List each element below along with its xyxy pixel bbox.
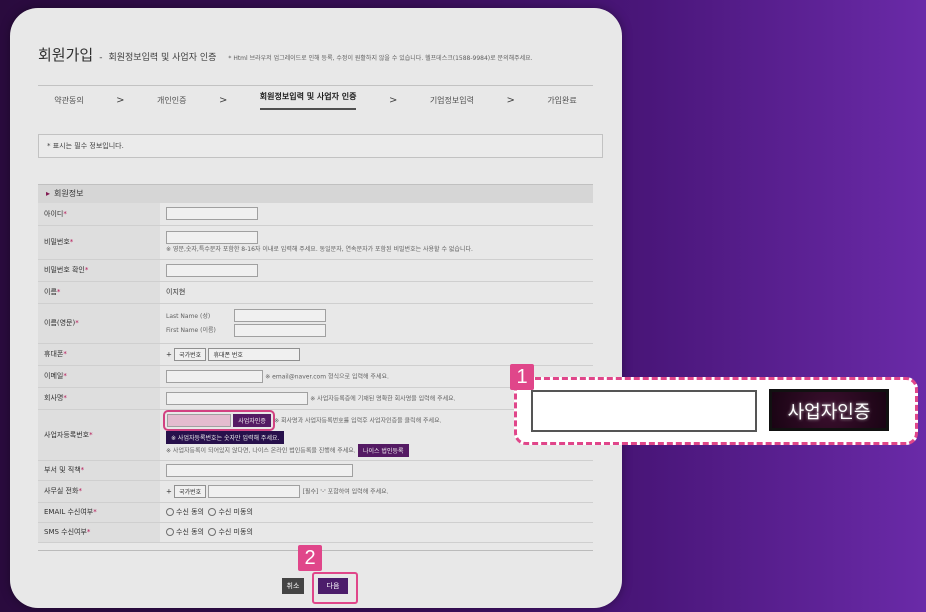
nice-register-button[interactable]: 나이스 법인등록 [357,443,409,457]
name-value: 이지현 [166,288,186,296]
biz-cert-button-small[interactable]: 사업자인증 [233,413,271,427]
company-hint: ※ 사업자등록증에 기재된 명확한 회사명을 입력해 주세요. [310,395,456,402]
email-agree-label: 수신 동의 [176,508,204,516]
cancel-button[interactable]: 취소 [282,578,304,594]
label-email-consent: EMAIL 수신여부 [44,508,94,516]
chevron-right-icon: > [116,94,125,106]
biz-hint-3: ※ 사업자등록이 되어있지 않다면, 나이스 온라인 법인등록을 진행해 주세요… [166,447,356,454]
password-hint: ※ 영문,숫자,특수문자 포함한 8-16자 이내로 입력해 주세요. 동일문자… [166,246,473,253]
zoom-biz-no-input[interactable] [531,390,757,432]
callout-badge-2: 2 [298,545,322,571]
biz-hint-1: ※ 회사명과 사업자등록번호를 입력후 사업자인증을 클릭해 주세요. [274,417,442,424]
biz-cert-highlight: 사업자인증 [163,409,275,431]
office-country-code-select[interactable]: 국가번호 [174,484,207,498]
row-mobile: 휴대폰* + 국가번호 휴대폰 번호 [38,343,593,366]
row-sms-consent: SMS 수신여부* 수신 동의 수신 미동의 [38,522,593,543]
email-agree-radio[interactable] [166,508,174,516]
step-navigation: 약관동의 > 개인인증 > 회원정보입력 및 사업자 인증 > 기업정보입력 >… [38,85,593,114]
next-button-highlight [312,572,358,604]
label-name: 이름 [44,288,57,296]
password-confirm-input[interactable] [166,263,258,277]
title-dash: - [99,53,103,63]
step-company-info: 기업정보입력 [429,95,474,105]
row-email-consent: EMAIL 수신여부* 수신 동의 수신 미동의 [38,502,593,523]
step-terms: 약관동의 [54,95,84,105]
office-phone-input[interactable] [208,484,301,498]
office-hint: [필수] '-' 포함하여 입력해 주세요. [302,488,389,495]
required-note: * 표시는 필수 정보입니다. [38,134,603,158]
row-dept: 부서 및 직책* [38,460,593,481]
password-input[interactable] [166,231,258,244]
biz-hint-2: ※ 사업자등록번호는 숫자만 입력해 주세요. [166,430,285,444]
row-name: 이름* 이지현 [38,281,593,304]
title-subtitle: 회원정보입력 및 사업자 인증 [108,53,217,63]
member-info-section: ▸ 회원정보 아이디* 비밀번호* ※ 영문,숫자,특수문자 포함한 8-16자 … [38,184,593,543]
first-name-input[interactable] [234,323,326,337]
label-email: 이메일 [44,372,64,380]
signup-card: 회원가입 - 회원정보입력 및 사업자 인증 * Html 브라우저 업그레이드… [10,8,622,608]
label-office-phone: 사무실 전화 [44,487,79,495]
sms-disagree-radio[interactable] [208,528,217,536]
row-id: 아이디* [38,203,593,226]
section-title-label: 회원정보 [54,189,84,198]
chevron-right-icon: > [506,94,515,106]
email-disagree-label: 수신 미동의 [218,508,253,516]
step-member-info: 회원정보입력 및 사업자 인증 [259,91,357,110]
email-hint: ※ email@naver.com 형식으로 입력해 주세요. [265,373,389,380]
sms-agree-label: 수신 동의 [176,528,204,536]
callout-badge-1: 1 [510,364,534,390]
sms-disagree-label: 수신 미동의 [218,528,253,536]
label-dept: 부서 및 직책 [44,466,81,474]
label-id: 아이디 [44,209,64,218]
dept-input[interactable] [166,463,353,477]
page-title: 회원가입 - 회원정보입력 및 사업자 인증 * Html 브라우저 업그레이드… [38,44,533,65]
chevron-right-icon: > [218,94,228,106]
step-verify: 개인인증 [157,95,187,105]
email-input[interactable] [166,369,263,383]
title-note: * Html 브라우저 업그레이드로 인해 등록, 수정이 원활하지 않을 수 … [228,55,533,62]
label-biz-no: 사업자등록번호 [44,430,90,439]
title-main: 회원가입 [38,46,94,64]
email-disagree-radio[interactable] [208,508,217,516]
row-name-en: 이름(영문)* Last Name (성) First Name (이름) [38,303,593,344]
row-biz-no: 사업자등록번호* 사업자인증 ※ 회사명과 사업자등록번호를 입력후 사업자인증… [38,409,593,461]
chevron-right-icon: > [388,94,398,106]
zoom-biz-cert-button[interactable]: 사업자인증 [769,389,889,431]
zoom-biz-cert-label: 사업자인증 [787,402,871,423]
mobile-number-input[interactable]: 휴대폰 번호 [208,347,301,361]
label-password-confirm: 비밀번호 확인 [44,266,85,274]
sms-agree-radio[interactable] [166,528,174,536]
label-company: 회사명 [44,394,64,402]
label-mobile: 휴대폰 [44,350,64,358]
biz-no-input[interactable] [167,413,231,427]
country-code-select[interactable]: 국가번호 [174,347,207,361]
row-company: 회사명* ※ 사업자등록증에 기재된 명확한 회사명을 입력해 주세요. [38,387,593,410]
label-password: 비밀번호 [44,238,70,246]
zoom-callout: 사업자인증 [514,377,918,445]
section-title: ▸ 회원정보 [38,184,593,203]
row-office-phone: 사무실 전화* + 국가번호 [필수] '-' 포함하여 입력해 주세요. [38,480,593,503]
last-name-input[interactable] [234,309,326,323]
label-sms-consent: SMS 수신여부 [44,528,87,536]
triangle-right-icon: ▸ [46,189,51,198]
last-name-label: Last Name (성) [166,312,211,320]
id-input[interactable] [166,207,258,221]
company-input[interactable] [166,391,308,405]
first-name-label: First Name (이름) [166,327,216,335]
label-name-en: 이름(영문) [44,319,76,327]
row-password-confirm: 비밀번호 확인* [38,259,593,282]
step-complete: 가입완료 [547,95,577,105]
row-password: 비밀번호* ※ 영문,숫자,특수문자 포함한 8-16자 이내로 입력해 주세요… [38,225,593,260]
